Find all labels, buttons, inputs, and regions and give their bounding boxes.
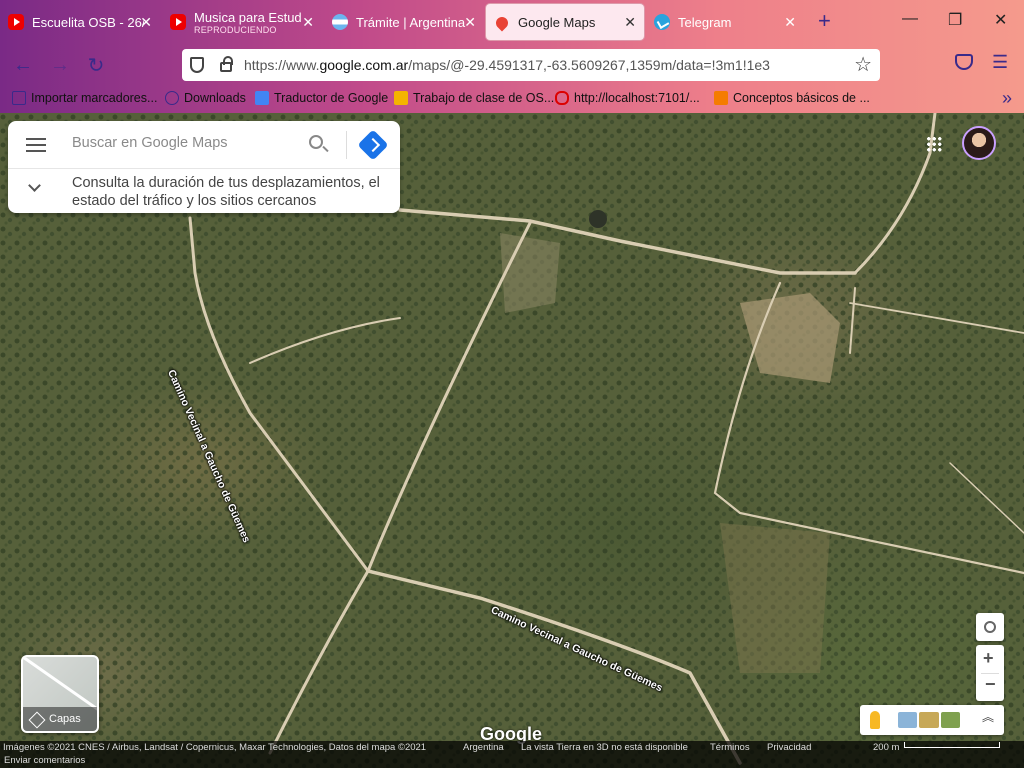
directions-icon[interactable] (357, 129, 389, 161)
tab-title: Musica para Estudi (194, 9, 302, 25)
more-bookmarks-icon[interactable]: » (1002, 88, 1012, 109)
tab-title: Trámite | Argentina. (356, 14, 466, 30)
new-tab-button[interactable]: + (818, 10, 831, 32)
thumbnail[interactable] (940, 712, 960, 728)
chevron-down-icon[interactable] (28, 179, 41, 192)
oracle-icon (555, 91, 569, 105)
commute-hint[interactable]: Consulta la duración de tus desplazamien… (72, 174, 390, 210)
tab-title: Telegram (678, 14, 732, 30)
divider (346, 131, 347, 159)
thumbnail[interactable] (898, 712, 918, 728)
terms-link[interactable]: Términos (710, 742, 750, 753)
zoom-control: + − (976, 645, 1004, 701)
scale-bar (904, 742, 1000, 748)
menu-icon[interactable]: ☰ (992, 52, 1008, 73)
feedback-bar: Enviar comentarios (0, 755, 1024, 768)
close-tab-icon[interactable]: ✕ (464, 14, 476, 31)
argentina-flag-icon (332, 14, 348, 30)
privacy-link[interactable]: Privacidad (767, 742, 811, 753)
back-button[interactable]: ← (10, 52, 36, 78)
google-maps-icon (493, 14, 511, 32)
telegram-icon (654, 14, 670, 30)
imagery-thumbnails[interactable] (898, 712, 960, 728)
tab-musica[interactable]: Musica para Estudi REPRODUCIENDO ✕ (162, 4, 322, 40)
bookmark-downloads[interactable]: Downloads (165, 91, 246, 105)
close-tab-icon[interactable]: ✕ (302, 14, 314, 31)
zoom-out-button[interactable]: − (985, 674, 996, 695)
close-tab-icon[interactable]: ✕ (784, 14, 796, 31)
browser-window: Escuelita OSB - 26/0 ✕ Musica para Estud… (0, 0, 1024, 768)
zoom-in-button[interactable]: + (983, 648, 994, 669)
bookmark-import[interactable]: Importar marcadores... (12, 91, 157, 105)
maximize-button[interactable]: ❐ (948, 10, 962, 30)
youtube-icon (170, 14, 186, 30)
navigation-bar: ← → ↻ https://www.google.com.ar/maps/@-2… (0, 44, 1024, 86)
tab-title: Escuelita OSB - 26/0 (32, 14, 144, 30)
scale-label[interactable]: 200 m (873, 742, 899, 753)
chevron-up-icon[interactable]: ︽ (982, 711, 994, 723)
bookmark-blogger[interactable]: Conceptos básicos de ... (714, 91, 870, 105)
tab-strip: Escuelita OSB - 26/0 ✕ Musica para Estud… (0, 0, 1024, 44)
youtube-icon (8, 14, 24, 30)
thumbnail[interactable] (919, 712, 939, 728)
lock-icon[interactable] (220, 56, 233, 72)
search-input[interactable]: Buscar en Google Maps (72, 135, 228, 151)
google-translate-icon (255, 91, 269, 105)
attribution-bar: Imágenes ©2021 CNES / Airbus, Landsat / … (0, 741, 1024, 755)
close-tab-icon[interactable]: ✕ (140, 14, 152, 31)
satellite-map[interactable]: Camino Vecinal a Gaucho de Güemes Camino… (0, 113, 1024, 768)
search-icon[interactable] (309, 135, 323, 149)
avatar[interactable] (962, 126, 996, 160)
menu-icon[interactable] (26, 138, 46, 152)
tab-escuelita[interactable]: Escuelita OSB - 26/0 ✕ (0, 4, 160, 40)
bookmark-classroom[interactable]: Trabajo de clase de OS... (394, 91, 554, 105)
url-text[interactable]: https://www.google.com.ar/maps/@-29.4591… (244, 57, 770, 73)
address-bar[interactable]: https://www.google.com.ar/maps/@-29.4591… (182, 49, 880, 81)
globe-icon (165, 91, 179, 105)
google-apps-icon[interactable] (926, 136, 942, 152)
bookmarks-toolbar: Importar marcadores... Downloads Traduct… (0, 86, 1024, 112)
attribution-text: Imágenes ©2021 CNES / Airbus, Landsat / … (3, 742, 427, 753)
pegman-icon[interactable] (870, 711, 880, 729)
tab-title: Google Maps (518, 14, 596, 30)
tracking-protection-icon[interactable] (190, 57, 204, 73)
minimize-button[interactable]: — (902, 10, 918, 28)
layers-button[interactable]: Capas (21, 655, 99, 733)
tab-telegram[interactable]: Telegram ✕ (646, 4, 804, 40)
tab-tramite[interactable]: Trámite | Argentina. ✕ (324, 4, 484, 40)
street-view-bar: ︽ (860, 705, 1004, 735)
divider (8, 168, 400, 169)
close-window-button[interactable]: ✕ (994, 10, 1007, 30)
import-icon (12, 91, 26, 105)
pocket-icon[interactable] (955, 54, 973, 70)
bookmark-translate[interactable]: Traductor de Google (255, 91, 388, 105)
search-panel: Buscar en Google Maps Consulta la duraci… (8, 121, 400, 213)
bookmark-localhost[interactable]: http://localhost:7101/... (555, 91, 700, 105)
send-feedback-link[interactable]: Enviar comentarios (4, 755, 85, 766)
bookmark-star-icon[interactable]: ☆ (854, 52, 872, 77)
blogger-icon (714, 91, 728, 105)
browser-chrome: Escuelita OSB - 26/0 ✕ Musica para Estud… (0, 0, 1024, 113)
tab-playing-status: REPRODUCIENDO (194, 24, 277, 35)
forward-button[interactable]: → (47, 52, 73, 78)
earth-3d-notice: La vista Tierra en 3D no está disponible (521, 742, 688, 753)
country-link[interactable]: Argentina (463, 742, 504, 753)
tab-google-maps[interactable]: Google Maps ✕ (486, 4, 644, 40)
reload-button[interactable]: ↻ (83, 52, 109, 78)
google-classroom-icon (394, 91, 408, 105)
my-location-button[interactable] (976, 613, 1004, 641)
close-tab-icon[interactable]: ✕ (624, 14, 636, 31)
